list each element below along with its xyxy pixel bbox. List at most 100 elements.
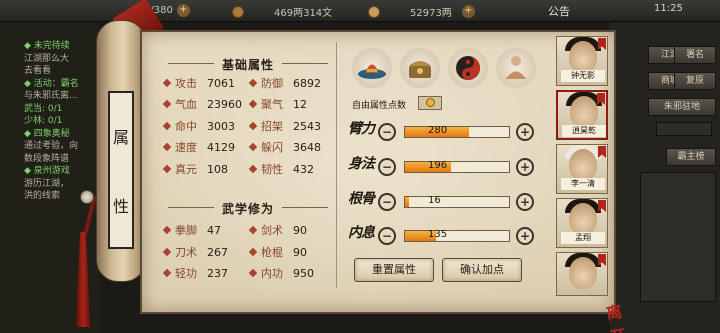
portrait-face [569,203,597,235]
flag-icon [598,146,606,158]
notice-button[interactable]: 公告 [548,3,570,19]
free-points-label: 自由属性点数 [352,101,407,111]
leave-seal-button[interactable]: 离开 [604,296,638,333]
minus-button[interactable]: − [378,227,396,245]
diamond-icon [248,78,258,88]
minus-button[interactable]: − [378,158,396,176]
attr-name: 躲闪 [261,141,283,154]
attr-speed: 速度 4129 [162,139,235,155]
menu-button-camp[interactable]: 朱邪驻地 [648,98,716,116]
quest-line: 少林: 0/1 [24,116,63,126]
minus-button[interactable]: − [378,123,396,141]
quest-line: 通过考验，向 [24,141,79,151]
diamond-icon [162,268,172,278]
quest-line: ◆ 活动：霸名 [24,78,79,89]
confirm-points-button[interactable]: 确认加点 [442,258,522,282]
character-name: 孟翔 [561,232,605,244]
character-name: 钟无影 [561,70,605,82]
attr-name: 剑术 [261,224,283,237]
diamond-icon [248,164,258,174]
attr-hp: 气血 23960 [162,96,242,112]
attr-hit: 命中 3003 [162,118,235,134]
character-name: 逍昊乾 [562,125,606,137]
silver-counter: 52973两 + [368,4,475,19]
attr-value: 3648 [293,140,321,154]
diamond-icon [162,247,172,257]
attr-value: 950 [293,266,314,280]
meditation-icon [506,56,526,79]
diamond-icon [248,225,258,235]
attr-name: 刀术 [175,246,197,259]
menu-button-restore[interactable]: 复原 [674,72,716,90]
diamond-icon [248,99,258,109]
quest-line: 武当: 0/1 [24,103,63,114]
quest-line: ◆ 四象奥秘 [24,128,70,139]
diamond-icon [248,268,258,278]
attr-name: 防御 [261,77,283,90]
copper-value: 469两314文 [274,8,333,19]
attr-name: 拳脚 [175,224,197,237]
add-stamina-button[interactable]: + [176,4,190,17]
character-card[interactable]: 李一清 [556,144,608,194]
attr-defense: 防御 6892 [248,75,321,91]
attr-name: 轻功 [175,267,197,280]
menu-button-ranking[interactable]: 霸主榜 [666,148,716,166]
point-row-agility: 身法 − 196 + [348,156,538,179]
attr-name: 攻击 [175,77,197,90]
attr-qi: 聚气 12 [248,96,307,112]
portrait-face [569,149,597,181]
quest-line: 游历江湖， [24,178,70,189]
portrait-face [570,96,598,128]
attr-name: 命中 [175,120,197,133]
free-points-box [418,96,442,110]
point-label: 臂力 [348,121,375,137]
add-silver-button[interactable]: + [461,5,475,18]
copper-icon [232,5,244,18]
character-card[interactable] [556,252,608,296]
plus-button[interactable]: + [516,193,534,211]
point-label: 根骨 [348,191,375,207]
point-row-breath: 内息 − 135 + [348,225,538,248]
point-bar [404,126,510,138]
portrait-face [569,257,597,289]
point-value: 16 [428,195,441,206]
plus-button[interactable]: + [516,123,534,141]
character-card[interactable]: 孟翔 [556,198,608,248]
tab-treasure[interactable] [400,48,440,88]
tab-taiji[interactable] [448,48,488,88]
character-list: 钟无影 逍昊乾 李一清 孟翔 [556,36,612,306]
plus-button[interactable]: + [516,158,534,176]
attr-name: 内功 [261,267,283,280]
tassel-bead [80,190,94,204]
treasure-icon [409,61,431,78]
attr-value: 2543 [293,119,321,133]
reset-attributes-button[interactable]: 重置属性 [354,258,434,282]
attr-name: 速度 [175,141,197,154]
attr-name: 韧性 [261,163,283,176]
tab-hat[interactable] [352,48,392,88]
column-divider [336,42,337,288]
attr-value: 12 [293,97,307,111]
diamond-icon [162,225,172,235]
attr-value: 90 [293,245,307,259]
diamond-icon [162,142,172,152]
character-card[interactable]: 钟无影 [556,36,608,86]
flag-icon [598,38,606,50]
side-info-box [640,172,716,302]
attr-dodge: 躲闪 3648 [248,139,321,155]
attr-spear: 枪棍 90 [248,244,307,260]
basic-attributes-title: 基础属性 [168,56,328,73]
diamond-icon [162,121,172,131]
character-card-selected[interactable]: 逍昊乾 [556,90,608,140]
tab-meditation[interactable] [496,48,536,88]
plus-button[interactable]: + [516,227,534,245]
camp-progress [656,122,712,136]
attr-parry: 招架 2543 [248,118,321,134]
minus-button[interactable]: − [378,193,396,211]
point-bar [404,161,510,173]
menu-button-fame[interactable]: 署名 [674,46,716,64]
point-row-constitution: 根骨 − 16 + [348,191,538,214]
scroll-rod: 属 性 [96,20,146,282]
point-value: 135 [428,229,448,240]
attr-fist: 拳脚 47 [162,222,221,238]
